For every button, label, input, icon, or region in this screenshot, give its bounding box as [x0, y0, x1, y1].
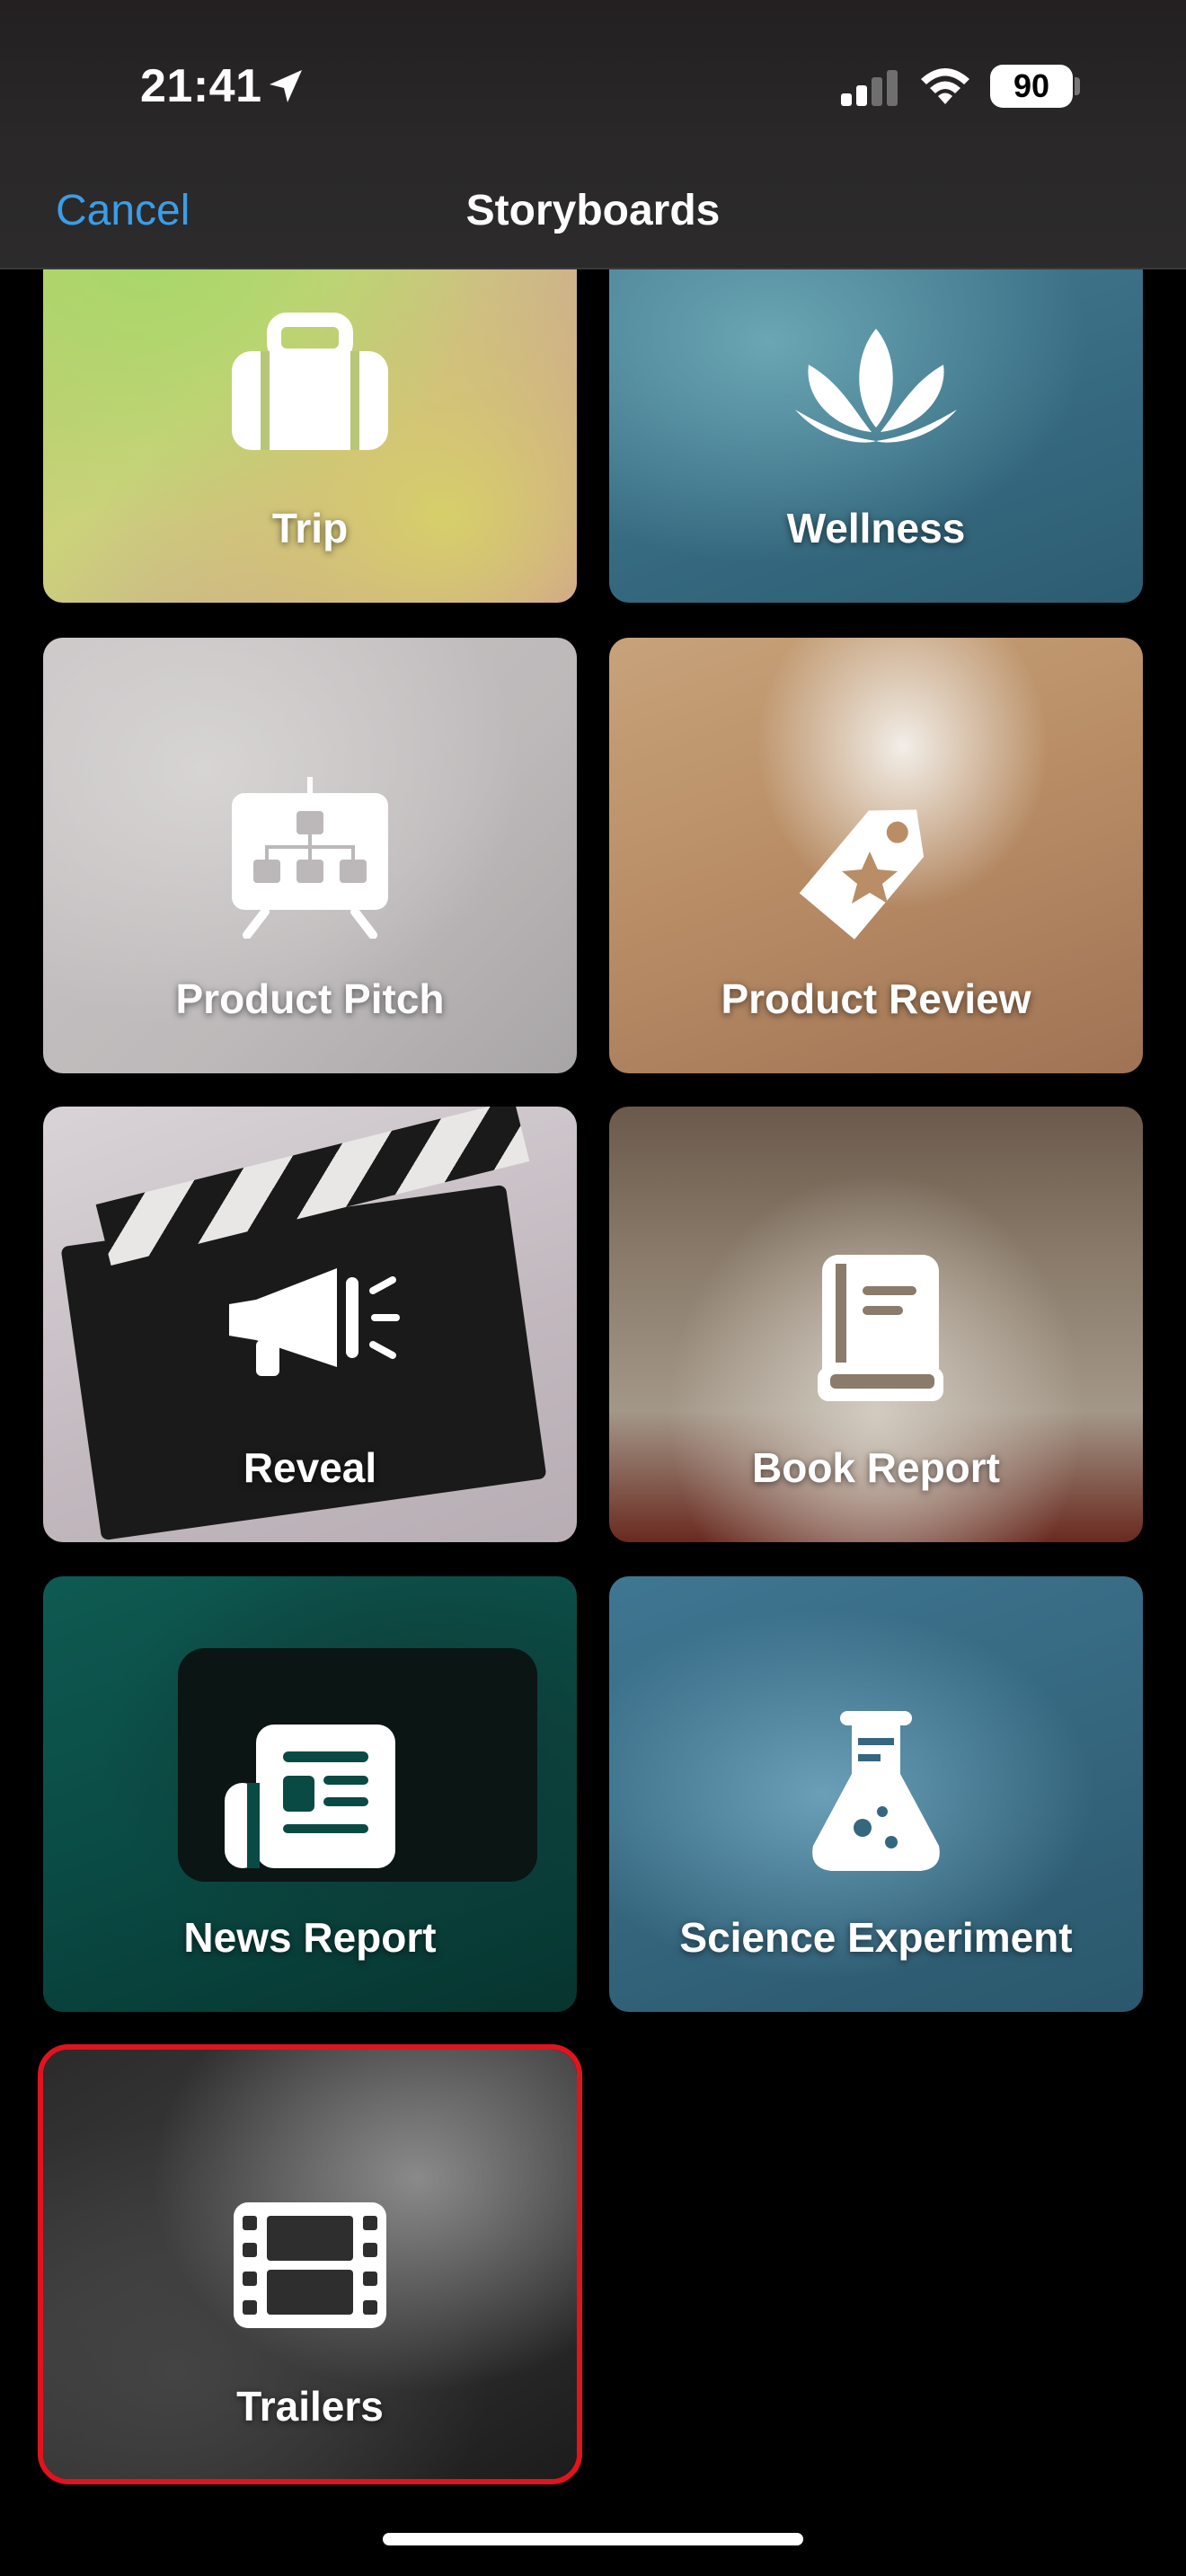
storyboard-tile-trailers[interactable]: Trailers: [38, 2044, 582, 2484]
home-indicator[interactable]: [383, 2533, 803, 2545]
presentation-board-icon: [232, 777, 388, 939]
status-time: 21:41: [140, 60, 262, 112]
tile-label: Science Experiment: [679, 1914, 1073, 1961]
cancel-button[interactable]: Cancel: [56, 186, 190, 235]
wifi-icon: [921, 68, 969, 104]
flask-icon: [812, 1711, 940, 1871]
tile-label: Product Review: [721, 975, 1031, 1022]
tile-label: Trailers: [236, 2383, 384, 2430]
navigation-header: 21:41 90 Cancel Storyboards: [0, 0, 1186, 269]
battery-icon: 90: [990, 65, 1073, 108]
battery-level: 90: [1013, 67, 1050, 104]
megaphone-icon: [229, 1268, 400, 1376]
book-icon: [818, 1255, 943, 1401]
storyboard-tile-science-experiment[interactable]: Science Experiment: [609, 1576, 1143, 2012]
price-tag-star-icon: [799, 809, 925, 940]
tile-label: News Report: [183, 1914, 437, 1961]
location-arrow-icon: [270, 70, 302, 102]
newspaper-icon: [225, 1725, 395, 1868]
tile-label: Trip: [271, 505, 349, 551]
storyboard-tile-book-report[interactable]: Book Report: [609, 1107, 1143, 1542]
lotus-icon: [795, 329, 957, 443]
tile-label: Book Report: [752, 1444, 1000, 1491]
film-strip-icon: [234, 2202, 386, 2328]
tile-label: Reveal: [243, 1444, 377, 1491]
tile-label: Wellness: [786, 505, 966, 551]
storyboard-tile-reveal[interactable]: Reveal: [43, 1107, 577, 1542]
storyboard-tile-news-report[interactable]: News Report: [43, 1576, 577, 2012]
cellular-signal-icon: [841, 70, 898, 106]
tile-label: Product Pitch: [175, 975, 445, 1022]
storyboard-tile-product-pitch[interactable]: Product Pitch: [43, 638, 577, 1073]
suitcase-icon: [232, 313, 388, 450]
storyboard-tile-product-review[interactable]: Product Review: [609, 638, 1143, 1073]
battery-cap: [1075, 77, 1080, 95]
storyboards-grid: Trip Wellness Product Pitch Product Revi…: [0, 0, 1186, 2576]
